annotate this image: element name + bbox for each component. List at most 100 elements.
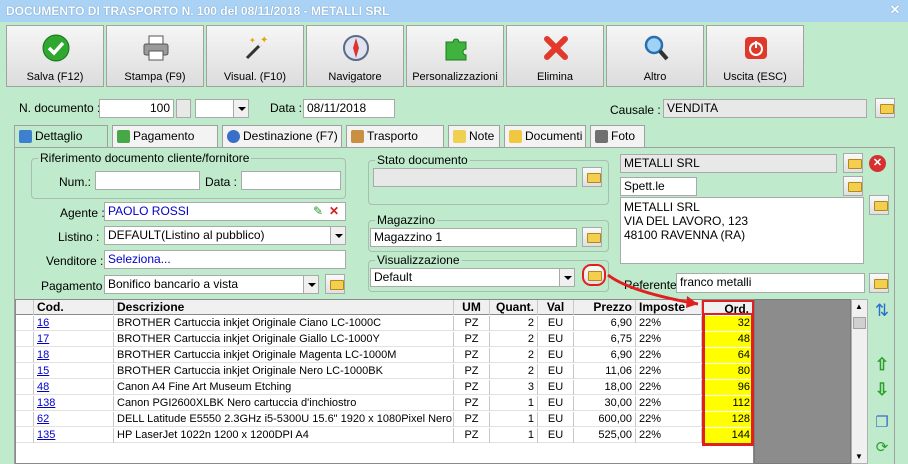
salutation-input[interactable]: Spett.le [620, 177, 697, 196]
row-selector[interactable] [16, 364, 34, 379]
visualizzazione-select[interactable]: Default [370, 268, 575, 287]
save-button[interactable]: Salva (F12) [6, 25, 104, 87]
cliente-folder-icon[interactable] [843, 153, 863, 173]
chevron-down-icon[interactable] [559, 269, 574, 286]
cell-cod[interactable]: 17 [34, 332, 114, 347]
cell-cod[interactable]: 138 [34, 396, 114, 411]
cell-ord: 64 [702, 348, 754, 363]
ndoc-suffix-button[interactable] [176, 99, 191, 118]
rif-num-input[interactable] [95, 171, 200, 190]
chevron-down-icon[interactable] [233, 100, 248, 117]
venditore-label: Venditore : [46, 254, 104, 268]
rif-date-input[interactable] [241, 171, 341, 190]
referente-folder-icon[interactable] [869, 273, 889, 293]
other-button[interactable]: Altro [606, 25, 704, 87]
navigator-button[interactable]: Navigatore [306, 25, 404, 87]
scroll-thumb[interactable] [853, 317, 866, 329]
move-up-icon[interactable]: ⇧ [872, 355, 892, 375]
edit-pencil-icon[interactable]: ✎ [313, 203, 323, 220]
listino-select[interactable]: DEFAULT(Listino al pubblico) [104, 226, 346, 245]
row-selector[interactable] [16, 412, 34, 427]
customize-button[interactable]: Personalizzazioni [406, 25, 504, 87]
user-search-icon[interactable] [843, 176, 863, 196]
close-icon[interactable]: ✕ [888, 3, 902, 17]
copy-row-icon[interactable]: ❐ [872, 413, 892, 433]
tab-trasporto[interactable]: Trasporto (F8) [346, 125, 444, 164]
cell-imposte: 22% [636, 332, 702, 347]
table-row[interactable]: 48 Canon A4 Fine Art Museum Etching PZ 3 EU 1… [16, 380, 754, 395]
tab-label: Documenti [525, 129, 583, 143]
address-line: VIA DEL LAVORO, 123 [624, 214, 749, 228]
ndoc-series-select[interactable] [195, 99, 249, 118]
date-input[interactable]: 08/11/2018 [303, 99, 395, 118]
row-selector[interactable] [16, 380, 34, 395]
col-um[interactable]: UM [454, 300, 490, 315]
col-descrizione[interactable]: Descrizione [114, 300, 454, 315]
col-cod[interactable]: Cod. [34, 300, 114, 315]
address-folder-icon[interactable] [869, 195, 889, 215]
row-selector[interactable] [16, 396, 34, 411]
cell-cod[interactable]: 18 [34, 348, 114, 363]
table-row[interactable]: 18 BROTHER Cartuccia inkjet Originale Mag… [16, 348, 754, 363]
tab-destinazione[interactable]: Destinazione (F7) [222, 125, 342, 147]
chevron-down-icon[interactable] [330, 227, 345, 244]
cell-cod[interactable]: 135 [34, 428, 114, 443]
scroll-down-icon[interactable]: ▼ [855, 452, 863, 461]
navigator-button-label: Navigatore [328, 71, 382, 83]
cell-cod[interactable]: 16 [34, 316, 114, 331]
agente-input[interactable]: PAOLO ROSSI ✎ ✕ [104, 202, 346, 221]
magazzino-folder-icon[interactable] [582, 227, 602, 247]
cell-cod[interactable]: 62 [34, 412, 114, 427]
col-quant[interactable]: Quant. [490, 300, 538, 315]
tab-dettaglio[interactable]: Dettaglio (F5) [14, 125, 108, 164]
grid-vertical-scrollbar[interactable]: ▲ ▼ [851, 299, 868, 464]
scroll-up-icon[interactable]: ▲ [855, 302, 863, 311]
stato-input[interactable] [373, 168, 577, 187]
venditore-input[interactable]: Seleziona... [104, 250, 346, 269]
tab-foto[interactable]: Foto [590, 125, 645, 147]
pagamento-folder-icon[interactable] [325, 274, 345, 294]
delete-button[interactable]: Elimina [506, 25, 604, 87]
causale-folder-icon[interactable] [875, 98, 895, 118]
tab-note[interactable]: Note [448, 125, 500, 147]
riferimento-title: Riferimento documento cliente/fornitore [38, 151, 252, 165]
table-row[interactable]: 15 BROTHER Cartuccia inkjet Originale Ner… [16, 364, 754, 379]
chevron-down-icon[interactable] [303, 276, 318, 293]
cell-cod[interactable]: 48 [34, 380, 114, 395]
exit-button[interactable]: Uscita (ESC) [706, 25, 804, 87]
cell-quant: 2 [490, 316, 538, 331]
cliente-address[interactable]: METALLI SRL VIA DEL LAVORO, 123 48100 RA… [620, 197, 864, 264]
tab-pagamento[interactable]: Pagamento (F6) [112, 125, 218, 164]
table-row[interactable]: 16 BROTHER Cartuccia inkjet Originale Cia… [16, 316, 754, 331]
tab-documenti[interactable]: Documenti [504, 125, 586, 147]
table-row[interactable]: 138 Canon PGI2600XLBK Nero cartuccia d'in… [16, 396, 754, 411]
delete-x-icon [544, 36, 568, 60]
swap-vertical-icon[interactable]: ⇅ [872, 301, 892, 321]
clear-x-icon[interactable]: ✕ [329, 203, 339, 220]
ndoc-input[interactable]: 100 [99, 99, 174, 118]
cliente-name[interactable]: METALLI SRL [620, 154, 837, 173]
stato-folder-icon[interactable] [582, 167, 602, 187]
print-button-label: Stampa (F9) [124, 71, 186, 83]
magazzino-input[interactable]: Magazzino 1 [370, 228, 577, 247]
row-selector[interactable] [16, 316, 34, 331]
print-button[interactable]: Stampa (F9) [106, 25, 204, 87]
row-selector[interactable] [16, 428, 34, 443]
col-val[interactable]: Val [538, 300, 574, 315]
cell-imposte: 22% [636, 348, 702, 363]
cell-cod[interactable]: 15 [34, 364, 114, 379]
causale-input[interactable]: VENDITA [663, 99, 867, 118]
refresh-icon[interactable]: ⟳ [872, 438, 892, 458]
preview-button[interactable]: ✦ ✦ Visual. (F10) [206, 25, 304, 87]
magic-wand-icon: ✦✦ [245, 35, 268, 60]
cliente-remove-icon[interactable]: ✕ [869, 155, 886, 172]
row-selector[interactable] [16, 332, 34, 347]
table-row[interactable]: 62 DELL Latitude E5550 2.3GHz i5-5300U 15… [16, 412, 754, 427]
cell-imposte: 22% [636, 428, 702, 443]
table-row[interactable]: 17 BROTHER Cartuccia inkjet Originale Gia… [16, 332, 754, 347]
table-row[interactable]: 135 HP LaserJet 1022n 1200 x 1200DPI A4 PZ… [16, 428, 754, 443]
move-down-icon[interactable]: ⇩ [872, 380, 892, 400]
cell-prezzo: 600,00 [574, 412, 636, 427]
pagamento-select[interactable]: Bonifico bancario a vista [104, 275, 319, 294]
row-selector[interactable] [16, 348, 34, 363]
